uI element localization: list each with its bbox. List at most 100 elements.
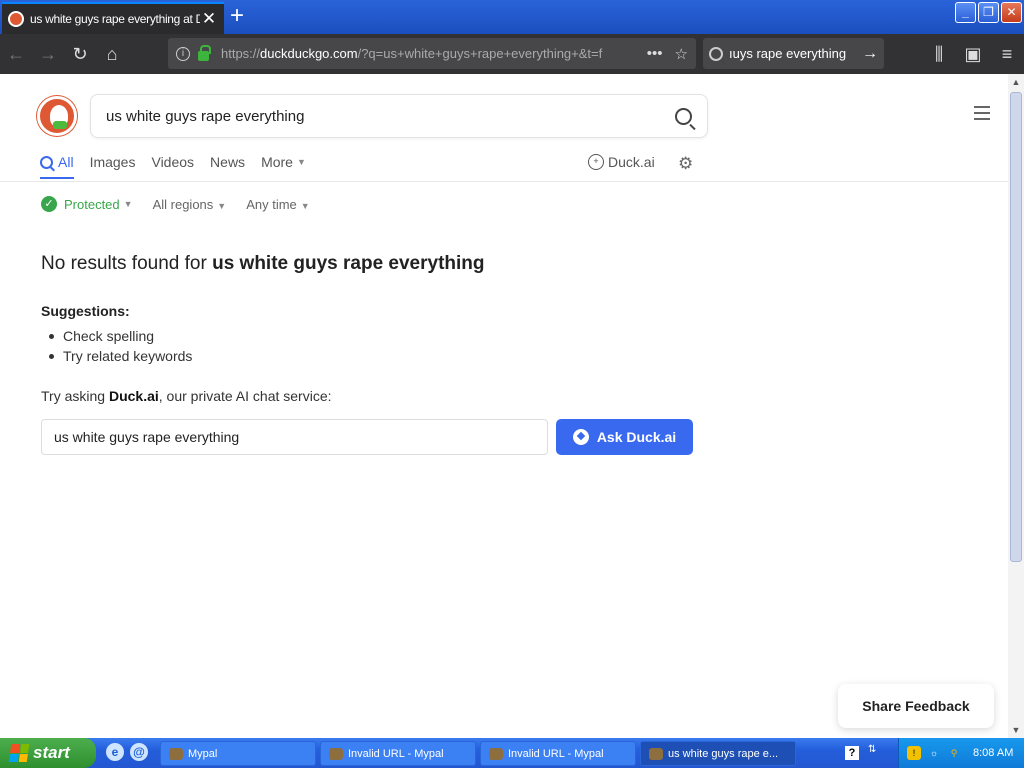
check-icon: ✓ <box>41 196 57 212</box>
tab-images[interactable]: Images <box>90 154 136 179</box>
protected-label: Protected <box>64 196 120 212</box>
scrollbar-thumb[interactable] <box>1010 92 1022 562</box>
search-icon <box>709 46 723 61</box>
url-rest: /?q=us+white+guys+rape+everything+&t=f <box>357 46 603 61</box>
windows-flag-icon <box>8 744 30 762</box>
window-titlebar: us white guys rape everything at DuckDuc… <box>0 0 1024 34</box>
system-tray: ! ☼ ⚲ 8:08 AM <box>898 738 1024 768</box>
hamburger-menu-icon[interactable] <box>974 106 990 124</box>
chevron-down-icon: ▼ <box>123 199 133 209</box>
tab-more[interactable]: More ▼ <box>261 154 306 179</box>
duckai-chat-icon: + <box>588 154 604 170</box>
scroll-down-icon[interactable]: ▼ <box>1008 722 1024 738</box>
browser-search-bar[interactable]: ıuys rape everything → <box>703 38 884 69</box>
tray-expand-icon[interactable]: ⇅ <box>868 744 876 755</box>
browser-search-text: ıuys rape everything <box>729 46 847 61</box>
duckai-chat-icon <box>572 429 589 445</box>
info-icon[interactable]: i <box>176 46 190 61</box>
url-text[interactable]: https://duckduckgo.com/?q=us+white+guys+… <box>221 46 641 61</box>
lock-icon <box>198 44 211 61</box>
start-button[interactable]: start <box>0 738 96 768</box>
back-arrow-icon[interactable]: ← <box>0 44 32 65</box>
tab-label: Videos <box>151 154 195 170</box>
search-icon <box>40 155 53 169</box>
start-label: start <box>33 743 70 762</box>
protected-filter[interactable]: ✓ Protected ▼ <box>41 196 133 212</box>
task-label: Invalid URL - Mypal <box>348 747 444 760</box>
regions-filter[interactable]: All regions ▼ <box>153 197 227 212</box>
try-prefix: Try asking <box>41 388 109 404</box>
page-scrollbar[interactable]: ▲ ▼ <box>1008 74 1024 738</box>
share-feedback-button[interactable]: Share Feedback <box>838 684 994 728</box>
url-prefix: https:// <box>221 46 261 61</box>
tab-all[interactable]: All <box>40 154 74 179</box>
browser-quicklaunch-icon[interactable]: @ <box>130 743 148 761</box>
network-icon[interactable]: ☼ <box>927 746 941 760</box>
search-icon[interactable] <box>675 107 692 125</box>
list-item: Check spelling <box>49 326 192 346</box>
duckai-link[interactable]: + Duck.ai <box>588 154 655 170</box>
tab-label: More <box>261 154 293 170</box>
taskbar-item[interactable]: Mypal <box>160 741 316 766</box>
search-input[interactable]: us white guys rape everything <box>90 94 708 138</box>
browser-tab[interactable]: us white guys rape everything at DuckDuc… <box>2 2 224 34</box>
time-label: Any time <box>246 196 297 212</box>
no-results-heading: No results found for us white guys rape … <box>41 253 485 275</box>
menu-icon[interactable]: ≡ <box>990 44 1024 65</box>
ask-duckai-input[interactable]: us white guys rape everything <box>41 419 548 455</box>
ask-duckai-button[interactable]: Ask Duck.ai <box>556 419 693 455</box>
taskbar-item[interactable]: us white guys rape e... <box>640 741 796 766</box>
tab-close-icon[interactable]: ✕ <box>200 9 218 29</box>
chevron-down-icon: ▼ <box>217 200 227 211</box>
search-tray-icon[interactable]: ⚲ <box>947 746 961 760</box>
duckduckgo-logo-icon[interactable] <box>37 96 77 136</box>
window-controls: _ ❐ ✕ <box>955 2 1022 23</box>
taskbar: start e @ Mypal Invalid URL - Mypal Inva… <box>0 738 1024 768</box>
forward-arrow-icon[interactable]: → <box>32 44 64 65</box>
search-filters: ✓ Protected ▼ All regions ▼ Any time ▼ <box>41 196 310 212</box>
ask-button-label: Ask Duck.ai <box>596 429 677 445</box>
gear-icon[interactable]: ⚙ <box>678 154 693 174</box>
search-query-text: us white guys rape everything <box>106 107 305 125</box>
close-window-button[interactable]: ✕ <box>1001 2 1022 23</box>
chevron-down-icon: ▼ <box>300 200 310 211</box>
maximize-button[interactable]: ❐ <box>978 2 999 23</box>
home-icon[interactable]: ⌂ <box>96 44 128 65</box>
suggestions-list: Check spelling Try related keywords <box>49 326 192 366</box>
task-label: Invalid URL - Mypal <box>508 747 604 760</box>
url-host: duckduckgo.com <box>260 46 358 61</box>
tab-label: All <box>58 154 74 170</box>
no-results-query: us white guys rape everything <box>212 253 485 274</box>
security-shield-icon[interactable]: ! <box>907 746 921 760</box>
internet-explorer-icon[interactable]: e <box>106 743 124 761</box>
sidebar-icon[interactable]: ▣ <box>956 44 990 65</box>
tab-label: News <box>210 154 246 170</box>
no-results-prefix: No results found for <box>41 253 213 274</box>
time-filter[interactable]: Any time ▼ <box>246 197 310 212</box>
duckduckgo-favicon-icon <box>8 11 24 27</box>
app-icon <box>329 747 343 760</box>
bookmark-star-icon[interactable]: ☆ <box>675 45 688 63</box>
try-brand: Duck.ai <box>108 388 159 404</box>
try-asking-text: Try asking Duck.ai, our private AI chat … <box>41 388 332 404</box>
tab-title: us white guys rape everything at DuckDuc… <box>30 12 200 26</box>
help-icon[interactable]: ? <box>845 746 859 760</box>
browser-navbar: ← → ↻ ⌂ i https://duckduckgo.com/?q=us+w… <box>0 34 1024 74</box>
taskbar-item[interactable]: Invalid URL - Mypal <box>320 741 476 766</box>
divider <box>0 181 1008 182</box>
app-icon <box>489 747 503 760</box>
tab-news[interactable]: News <box>210 154 245 179</box>
url-bar[interactable]: i https://duckduckgo.com/?q=us+white+guy… <box>168 38 696 69</box>
tab-videos[interactable]: Videos <box>151 154 194 179</box>
list-item: Try related keywords <box>49 346 192 366</box>
minimize-button[interactable]: _ <box>955 2 976 23</box>
go-arrow-icon[interactable]: → <box>862 45 878 63</box>
reload-icon[interactable]: ↻ <box>64 44 96 65</box>
page-actions-icon[interactable]: ••• <box>647 45 663 63</box>
taskbar-item[interactable]: Invalid URL - Mypal <box>480 741 636 766</box>
new-tab-button[interactable]: + <box>230 4 244 28</box>
chevron-down-icon: ▼ <box>296 157 306 167</box>
try-suffix: , our private AI chat service: <box>158 388 332 404</box>
library-icon[interactable]: ⫼ <box>922 44 956 65</box>
scroll-up-icon[interactable]: ▲ <box>1008 74 1024 90</box>
